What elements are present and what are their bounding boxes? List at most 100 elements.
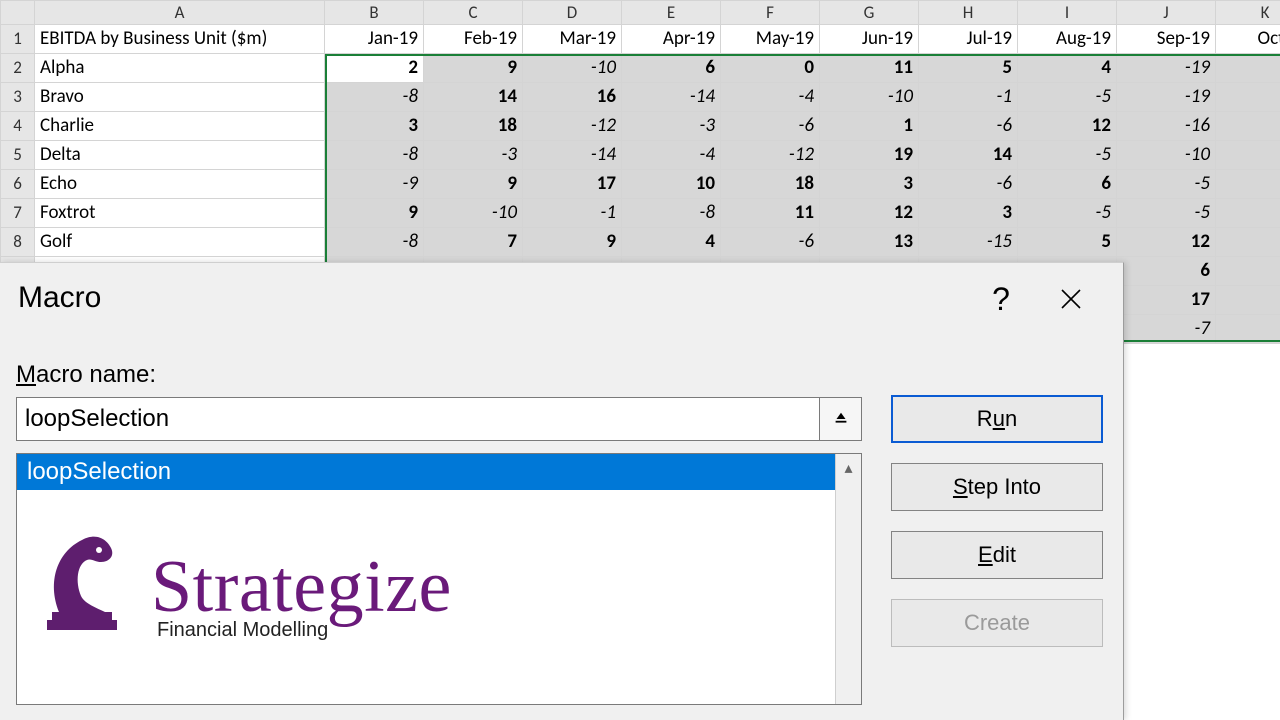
cell-E8[interactable]: 4 [622, 228, 721, 257]
cell-B1[interactable]: Jan-19 [325, 25, 424, 54]
cell-A5[interactable]: Delta [35, 141, 325, 170]
cell-C2[interactable]: 9 [424, 54, 523, 83]
create-button[interactable]: Create [891, 599, 1103, 647]
cell-A4[interactable]: Charlie [35, 112, 325, 141]
col-header-D[interactable]: D [523, 1, 622, 25]
cell-A2[interactable]: Alpha [35, 54, 325, 83]
cell-H4[interactable]: -6 [919, 112, 1018, 141]
cell-B4[interactable]: 3 [325, 112, 424, 141]
cell-K2[interactable]: -11 [1216, 54, 1280, 83]
cell-D3[interactable]: 16 [523, 83, 622, 112]
cell-I3[interactable]: -5 [1018, 83, 1117, 112]
cell-C3[interactable]: 14 [424, 83, 523, 112]
macro-list[interactable]: loopSelection Strategize Financial Model… [16, 453, 862, 705]
col-header-I[interactable]: I [1018, 1, 1117, 25]
cell-K11[interactable]: 19 [1216, 315, 1280, 344]
cell-J5[interactable]: -10 [1117, 141, 1216, 170]
cell-J6[interactable]: -5 [1117, 170, 1216, 199]
cell-J2[interactable]: -19 [1117, 54, 1216, 83]
cell-F7[interactable]: 11 [721, 199, 820, 228]
cell-C8[interactable]: 7 [424, 228, 523, 257]
cell-J9[interactable]: 6 [1117, 257, 1216, 286]
cell-I7[interactable]: -5 [1018, 199, 1117, 228]
cell-G1[interactable]: Jun-19 [820, 25, 919, 54]
cell-A1[interactable]: EBITDA by Business Unit ($m) [35, 25, 325, 54]
cell-C4[interactable]: 18 [424, 112, 523, 141]
col-header-J[interactable]: J [1117, 1, 1216, 25]
row-header-4[interactable]: 4 [1, 112, 35, 141]
macro-list-item[interactable]: loopSelection [17, 454, 835, 490]
cell-I6[interactable]: 6 [1018, 170, 1117, 199]
col-header-F[interactable]: F [721, 1, 820, 25]
cell-G2[interactable]: 11 [820, 54, 919, 83]
cell-D7[interactable]: -1 [523, 199, 622, 228]
row-header-3[interactable]: 3 [1, 83, 35, 112]
row-header-7[interactable]: 7 [1, 199, 35, 228]
cell-C5[interactable]: -3 [424, 141, 523, 170]
cell-H6[interactable]: -6 [919, 170, 1018, 199]
cell-F1[interactable]: May-19 [721, 25, 820, 54]
macro-list-scrollbar[interactable]: ▴ [835, 454, 861, 704]
cell-K4[interactable]: 13 [1216, 112, 1280, 141]
cell-C6[interactable]: 9 [424, 170, 523, 199]
cell-A7[interactable]: Foxtrot [35, 199, 325, 228]
cell-G5[interactable]: 19 [820, 141, 919, 170]
cell-B5[interactable]: -8 [325, 141, 424, 170]
cell-D5[interactable]: -14 [523, 141, 622, 170]
cell-G6[interactable]: 3 [820, 170, 919, 199]
cell-G8[interactable]: 13 [820, 228, 919, 257]
col-header-K[interactable]: K [1216, 1, 1280, 25]
cell-J8[interactable]: 12 [1117, 228, 1216, 257]
cell-J3[interactable]: -19 [1117, 83, 1216, 112]
col-header-E[interactable]: E [622, 1, 721, 25]
cell-H8[interactable]: -15 [919, 228, 1018, 257]
cell-K3[interactable]: -13 [1216, 83, 1280, 112]
cell-E1[interactable]: Apr-19 [622, 25, 721, 54]
col-header-C[interactable]: C [424, 1, 523, 25]
run-button[interactable]: Run [891, 395, 1103, 443]
cell-F2[interactable]: 0 [721, 54, 820, 83]
cell-B7[interactable]: 9 [325, 199, 424, 228]
cell-K1[interactable]: Oct-19 [1216, 25, 1280, 54]
select-all-corner[interactable] [1, 1, 35, 25]
cell-D8[interactable]: 9 [523, 228, 622, 257]
cell-H5[interactable]: 14 [919, 141, 1018, 170]
cell-C7[interactable]: -10 [424, 199, 523, 228]
cell-G7[interactable]: 12 [820, 199, 919, 228]
range-collapse-button[interactable] [820, 397, 862, 441]
cell-D1[interactable]: Mar-19 [523, 25, 622, 54]
cell-D2[interactable]: -10 [523, 54, 622, 83]
cell-E4[interactable]: -3 [622, 112, 721, 141]
row-header-8[interactable]: 8 [1, 228, 35, 257]
cell-K9[interactable]: 0 [1216, 257, 1280, 286]
row-header-2[interactable]: 2 [1, 54, 35, 83]
cell-I4[interactable]: 12 [1018, 112, 1117, 141]
cell-E2[interactable]: 6 [622, 54, 721, 83]
row-header-6[interactable]: 6 [1, 170, 35, 199]
cell-I2[interactable]: 4 [1018, 54, 1117, 83]
cell-F6[interactable]: 18 [721, 170, 820, 199]
cell-E5[interactable]: -4 [622, 141, 721, 170]
cell-A3[interactable]: Bravo [35, 83, 325, 112]
cell-J11[interactable]: -7 [1117, 315, 1216, 344]
cell-K6[interactable]: -4 [1216, 170, 1280, 199]
cell-A8[interactable]: Golf [35, 228, 325, 257]
cell-C1[interactable]: Feb-19 [424, 25, 523, 54]
cell-K10[interactable]: 9 [1216, 286, 1280, 315]
cell-B2[interactable]: 2 [325, 54, 424, 83]
cell-K5[interactable]: -4 [1216, 141, 1280, 170]
cell-D4[interactable]: -12 [523, 112, 622, 141]
cell-B6[interactable]: -9 [325, 170, 424, 199]
cell-E6[interactable]: 10 [622, 170, 721, 199]
col-header-G[interactable]: G [820, 1, 919, 25]
cell-H3[interactable]: -1 [919, 83, 1018, 112]
cell-D6[interactable]: 17 [523, 170, 622, 199]
cell-I8[interactable]: 5 [1018, 228, 1117, 257]
cell-E7[interactable]: -8 [622, 199, 721, 228]
step-into-button[interactable]: Step Into [891, 463, 1103, 511]
cell-F8[interactable]: -6 [721, 228, 820, 257]
col-header-B[interactable]: B [325, 1, 424, 25]
cell-H1[interactable]: Jul-19 [919, 25, 1018, 54]
cell-K8[interactable]: 15 [1216, 228, 1280, 257]
row-header-5[interactable]: 5 [1, 141, 35, 170]
